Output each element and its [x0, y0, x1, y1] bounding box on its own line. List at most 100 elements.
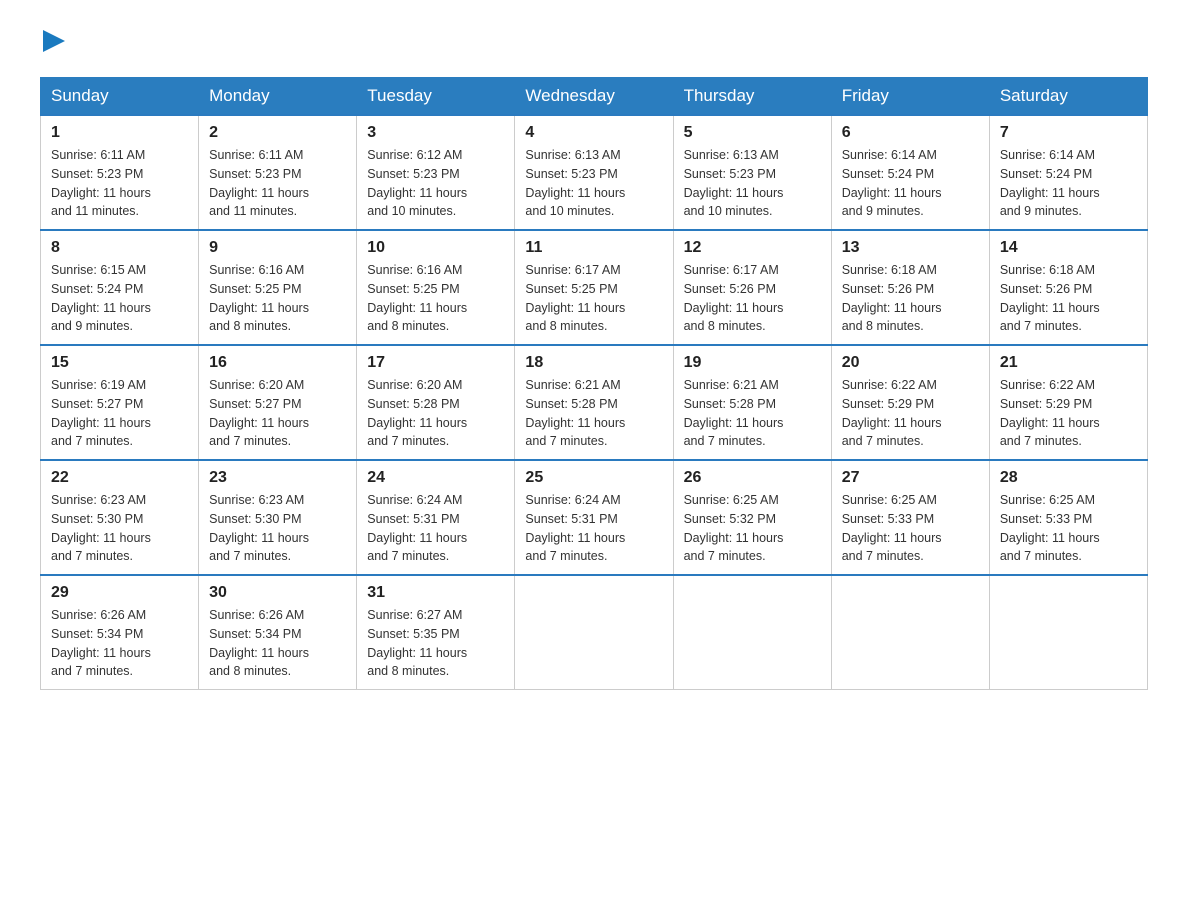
calendar-cell: 29Sunrise: 6:26 AMSunset: 5:34 PMDayligh…	[41, 575, 199, 690]
weekday-header-wednesday: Wednesday	[515, 78, 673, 116]
daylight-minutes-text: and 11 minutes.	[51, 202, 188, 221]
day-number: 19	[684, 354, 821, 372]
sunrise-text: Sunrise: 6:15 AM	[51, 261, 188, 280]
sunset-text: Sunset: 5:24 PM	[1000, 165, 1137, 184]
day-info: Sunrise: 6:16 AMSunset: 5:25 PMDaylight:…	[209, 261, 346, 336]
day-number: 7	[1000, 124, 1137, 142]
sunset-text: Sunset: 5:30 PM	[209, 510, 346, 529]
daylight-minutes-text: and 10 minutes.	[684, 202, 821, 221]
day-number: 10	[367, 239, 504, 257]
day-info: Sunrise: 6:24 AMSunset: 5:31 PMDaylight:…	[525, 491, 662, 566]
daylight-minutes-text: and 7 minutes.	[525, 547, 662, 566]
day-number: 8	[51, 239, 188, 257]
day-info: Sunrise: 6:21 AMSunset: 5:28 PMDaylight:…	[684, 376, 821, 451]
day-info: Sunrise: 6:25 AMSunset: 5:32 PMDaylight:…	[684, 491, 821, 566]
calendar-week-row: 8Sunrise: 6:15 AMSunset: 5:24 PMDaylight…	[41, 230, 1148, 345]
sunset-text: Sunset: 5:34 PM	[51, 625, 188, 644]
calendar-cell: 24 Sunrise: 6:24 AMSunset: 5:31 PMDayligh…	[357, 460, 515, 575]
day-number: 20	[842, 354, 979, 372]
calendar-cell: 10 Sunrise: 6:16 AMSunset: 5:25 PMDayligh…	[357, 230, 515, 345]
calendar-cell: 7Sunrise: 6:14 AMSunset: 5:24 PMDaylight…	[989, 115, 1147, 230]
day-number: 12	[684, 239, 821, 257]
calendar-cell: 25 Sunrise: 6:24 AMSunset: 5:31 PMDayligh…	[515, 460, 673, 575]
sunset-text: Sunset: 5:27 PM	[209, 395, 346, 414]
sunset-text: Sunset: 5:28 PM	[367, 395, 504, 414]
day-info: Sunrise: 6:24 AMSunset: 5:31 PMDaylight:…	[367, 491, 504, 566]
daylight-text: Daylight: 11 hours	[684, 184, 821, 203]
sunrise-text: Sunrise: 6:26 AM	[209, 606, 346, 625]
daylight-text: Daylight: 11 hours	[51, 184, 188, 203]
sunset-text: Sunset: 5:34 PM	[209, 625, 346, 644]
day-info: Sunrise: 6:23 AMSunset: 5:30 PMDaylight:…	[209, 491, 346, 566]
day-info: Sunrise: 6:26 AMSunset: 5:34 PMDaylight:…	[209, 606, 346, 681]
sunrise-text: Sunrise: 6:11 AM	[51, 146, 188, 165]
calendar-cell: 2Sunrise: 6:11 AMSunset: 5:23 PMDaylight…	[199, 115, 357, 230]
daylight-text: Daylight: 11 hours	[367, 184, 504, 203]
day-info: Sunrise: 6:16 AMSunset: 5:25 PMDaylight:…	[367, 261, 504, 336]
sunset-text: Sunset: 5:23 PM	[51, 165, 188, 184]
daylight-minutes-text: and 7 minutes.	[842, 432, 979, 451]
daylight-minutes-text: and 7 minutes.	[1000, 432, 1137, 451]
day-info: Sunrise: 6:21 AMSunset: 5:28 PMDaylight:…	[525, 376, 662, 451]
day-number: 16	[209, 354, 346, 372]
day-number: 22	[51, 469, 188, 487]
daylight-text: Daylight: 11 hours	[367, 414, 504, 433]
day-number: 25	[525, 469, 662, 487]
sunset-text: Sunset: 5:26 PM	[842, 280, 979, 299]
day-number: 3	[367, 124, 504, 142]
day-info: Sunrise: 6:11 AMSunset: 5:23 PMDaylight:…	[51, 146, 188, 221]
sunset-text: Sunset: 5:23 PM	[367, 165, 504, 184]
logo-arrow-icon	[43, 30, 65, 52]
daylight-text: Daylight: 11 hours	[842, 184, 979, 203]
sunrise-text: Sunrise: 6:23 AM	[209, 491, 346, 510]
day-number: 23	[209, 469, 346, 487]
day-number: 28	[1000, 469, 1137, 487]
daylight-minutes-text: and 9 minutes.	[842, 202, 979, 221]
day-info: Sunrise: 6:26 AMSunset: 5:34 PMDaylight:…	[51, 606, 188, 681]
daylight-text: Daylight: 11 hours	[51, 529, 188, 548]
daylight-minutes-text: and 7 minutes.	[51, 432, 188, 451]
calendar-cell: 30Sunrise: 6:26 AMSunset: 5:34 PMDayligh…	[199, 575, 357, 690]
weekday-header-monday: Monday	[199, 78, 357, 116]
daylight-text: Daylight: 11 hours	[1000, 414, 1137, 433]
calendar-week-row: 1Sunrise: 6:11 AMSunset: 5:23 PMDaylight…	[41, 115, 1148, 230]
day-info: Sunrise: 6:12 AMSunset: 5:23 PMDaylight:…	[367, 146, 504, 221]
sunrise-text: Sunrise: 6:17 AM	[684, 261, 821, 280]
day-info: Sunrise: 6:18 AMSunset: 5:26 PMDaylight:…	[1000, 261, 1137, 336]
day-number: 1	[51, 124, 188, 142]
daylight-text: Daylight: 11 hours	[209, 529, 346, 548]
day-info: Sunrise: 6:13 AMSunset: 5:23 PMDaylight:…	[525, 146, 662, 221]
daylight-text: Daylight: 11 hours	[209, 644, 346, 663]
sunrise-text: Sunrise: 6:24 AM	[525, 491, 662, 510]
sunrise-text: Sunrise: 6:16 AM	[209, 261, 346, 280]
day-number: 24	[367, 469, 504, 487]
day-info: Sunrise: 6:13 AMSunset: 5:23 PMDaylight:…	[684, 146, 821, 221]
calendar-cell	[831, 575, 989, 690]
calendar-cell: 22Sunrise: 6:23 AMSunset: 5:30 PMDayligh…	[41, 460, 199, 575]
daylight-minutes-text: and 7 minutes.	[684, 547, 821, 566]
calendar-cell: 8Sunrise: 6:15 AMSunset: 5:24 PMDaylight…	[41, 230, 199, 345]
day-number: 27	[842, 469, 979, 487]
daylight-text: Daylight: 11 hours	[1000, 184, 1137, 203]
calendar-cell: 26 Sunrise: 6:25 AMSunset: 5:32 PMDayligh…	[673, 460, 831, 575]
sunrise-text: Sunrise: 6:19 AM	[51, 376, 188, 395]
page-header	[40, 30, 1148, 57]
sunrise-text: Sunrise: 6:20 AM	[367, 376, 504, 395]
daylight-text: Daylight: 11 hours	[1000, 299, 1137, 318]
daylight-minutes-text: and 8 minutes.	[209, 662, 346, 681]
day-number: 26	[684, 469, 821, 487]
sunrise-text: Sunrise: 6:25 AM	[684, 491, 821, 510]
sunset-text: Sunset: 5:32 PM	[684, 510, 821, 529]
weekday-header-row: SundayMondayTuesdayWednesdayThursdayFrid…	[41, 78, 1148, 116]
daylight-minutes-text: and 10 minutes.	[525, 202, 662, 221]
day-info: Sunrise: 6:17 AMSunset: 5:25 PMDaylight:…	[525, 261, 662, 336]
sunrise-text: Sunrise: 6:13 AM	[525, 146, 662, 165]
daylight-text: Daylight: 11 hours	[842, 529, 979, 548]
weekday-header-tuesday: Tuesday	[357, 78, 515, 116]
calendar-cell: 3 Sunrise: 6:12 AMSunset: 5:23 PMDaylight…	[357, 115, 515, 230]
day-number: 14	[1000, 239, 1137, 257]
sunset-text: Sunset: 5:23 PM	[209, 165, 346, 184]
daylight-minutes-text: and 7 minutes.	[51, 547, 188, 566]
daylight-text: Daylight: 11 hours	[367, 529, 504, 548]
logo	[40, 30, 65, 57]
